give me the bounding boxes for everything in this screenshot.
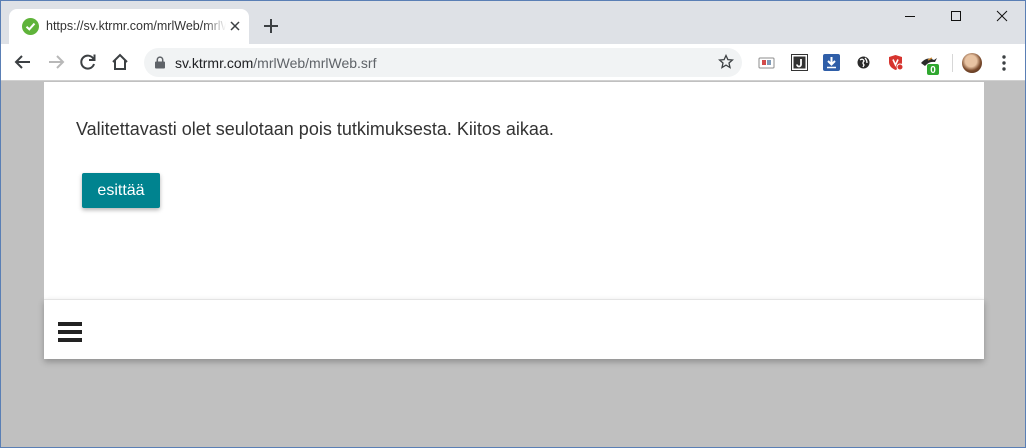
address-bar[interactable]: sv.ktrmr.com/mrlWeb/mrlWeb.srf: [144, 48, 742, 77]
browser-window: https://sv.ktrmr.com/mrlWeb/mrlWeb.srf: [0, 0, 1026, 448]
toolbar-divider: [952, 54, 953, 72]
hamburger-line: [58, 330, 82, 334]
survey-panel: Valitettavasti olet seulotaan pois tutki…: [44, 82, 984, 300]
forward-arrow-icon[interactable]: [46, 52, 66, 72]
footer-bar: [44, 299, 984, 359]
profile-avatar[interactable]: [962, 53, 982, 73]
hamburger-line: [58, 322, 82, 326]
download-extension-icon[interactable]: [823, 54, 840, 71]
bookmark-star-icon[interactable]: [718, 53, 734, 70]
url-text[interactable]: sv.ktrmr.com/mrlWeb/mrlWeb.srf: [175, 55, 376, 71]
extension-badge: 0: [930, 65, 936, 76]
new-tab-icon[interactable]: [261, 16, 281, 36]
browser-toolbar: sv.ktrmr.com/mrlWeb/mrlWeb.srf 0: [1, 44, 1025, 81]
close-tab-icon[interactable]: [227, 18, 243, 34]
back-arrow-icon[interactable]: [13, 52, 33, 72]
browser-tab[interactable]: https://sv.ktrmr.com/mrlWeb/mrlWeb.srf: [9, 9, 249, 44]
screened-out-message: Valitettavasti olet seulotaan pois tutki…: [76, 119, 554, 139]
menu-dots-icon[interactable]: [1002, 54, 1006, 72]
lock-icon[interactable]: [154, 56, 166, 69]
screen-capture-extension-icon[interactable]: [758, 54, 775, 71]
home-icon[interactable]: [110, 52, 130, 72]
ublock-extension-icon[interactable]: 0: [919, 54, 939, 76]
tab-strip: https://sv.ktrmr.com/mrlWeb/mrlWeb.srf: [1, 1, 1025, 44]
maximize-icon[interactable]: [933, 1, 979, 33]
shield-extension-icon[interactable]: [887, 54, 904, 71]
submit-button[interactable]: esittää: [82, 173, 160, 208]
hamburger-line: [58, 338, 82, 342]
j-extension-icon[interactable]: [791, 54, 808, 71]
minimize-icon[interactable]: [887, 1, 933, 33]
url-path: /mrlWeb/mrlWeb.srf: [253, 55, 377, 71]
globe-extension-icon[interactable]: [855, 54, 872, 71]
window-close-icon[interactable]: [979, 1, 1025, 33]
check-circle-icon: [22, 18, 39, 35]
url-host: sv.ktrmr.com: [175, 55, 254, 71]
tab-title: https://sv.ktrmr.com/mrlWeb/mrlWeb.srf: [46, 19, 226, 33]
hamburger-menu-icon[interactable]: [58, 322, 82, 342]
reload-icon[interactable]: [78, 52, 98, 72]
